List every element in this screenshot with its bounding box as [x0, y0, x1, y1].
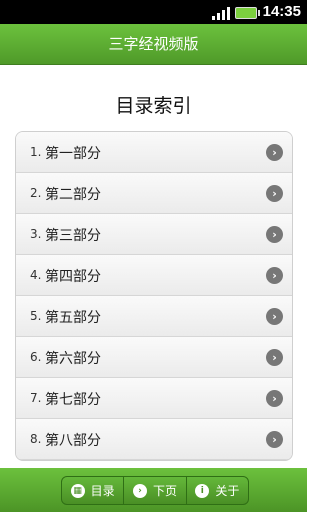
list-item[interactable]: 8. 第八部分 ›: [16, 419, 292, 460]
list-item[interactable]: 4. 第四部分 ›: [16, 255, 292, 296]
list-item[interactable]: 5. 第五部分 ›: [16, 296, 292, 337]
list-item[interactable]: 1. 第一部分 ›: [16, 132, 292, 173]
item-label: 第七部分: [45, 392, 101, 408]
chevron-right-icon: ›: [266, 185, 283, 202]
item-number: 3.: [30, 227, 42, 241]
chevron-right-icon: ›: [266, 390, 283, 407]
content-area[interactable]: 目录索引 1. 第一部分 › 2. 第二部分 › 3. 第三部分 › 4. 第四…: [0, 65, 307, 468]
chapter-list: 1. 第一部分 › 2. 第二部分 › 3. 第三部分 › 4. 第四部分 › …: [15, 131, 293, 461]
item-number: 8.: [30, 432, 42, 446]
item-label: 第五部分: [45, 310, 101, 326]
item-label: 第八部分: [45, 433, 101, 449]
battery-icon: [235, 7, 260, 19]
list-item[interactable]: 7. 第七部分 ›: [16, 378, 292, 419]
item-number: 5.: [30, 309, 42, 323]
list-item[interactable]: 3. 第三部分 ›: [16, 214, 292, 255]
chevron-right-icon: ›: [266, 226, 283, 243]
item-number: 4.: [30, 268, 42, 282]
footer-nav: ▦ 目录 › 下页 i 关于: [61, 476, 249, 505]
chevron-right-icon: ›: [266, 267, 283, 284]
list-item[interactable]: 2. 第二部分 ›: [16, 173, 292, 214]
next-page-button[interactable]: › 下页: [124, 477, 187, 504]
signal-icon: [212, 5, 230, 20]
item-label: 第一部分: [45, 146, 101, 162]
item-number: 7.: [30, 391, 42, 405]
item-label: 第四部分: [45, 269, 101, 285]
grid-icon: ▦: [70, 483, 85, 498]
chevron-right-icon: ›: [266, 308, 283, 325]
status-time: 14:35: [262, 3, 301, 20]
item-number: 1.: [30, 145, 42, 159]
chevron-right-icon: ›: [266, 144, 283, 161]
chevron-right-icon: ›: [132, 483, 147, 498]
item-label: 第三部分: [45, 228, 101, 244]
item-number: 6.: [30, 350, 42, 364]
about-button[interactable]: i 关于: [187, 477, 248, 504]
menu-button-label: 目录: [90, 484, 115, 498]
list-item[interactable]: 6. 第六部分 ›: [16, 337, 292, 378]
next-page-button-label: 下页: [152, 484, 177, 498]
page-title: 目录索引: [115, 95, 192, 117]
item-number: 2.: [30, 186, 42, 200]
app-title: 三字经视频版: [0, 24, 307, 65]
status-bar: 14:35: [0, 0, 307, 24]
menu-button[interactable]: ▦ 目录: [62, 477, 125, 504]
about-button-label: 关于: [215, 484, 240, 498]
chevron-right-icon: ›: [266, 349, 283, 366]
chevron-right-icon: ›: [266, 431, 283, 448]
item-label: 第二部分: [45, 187, 101, 203]
footer-bar: ▦ 目录 › 下页 i 关于: [0, 468, 307, 512]
info-icon: i: [195, 483, 210, 498]
item-label: 第六部分: [45, 351, 101, 367]
